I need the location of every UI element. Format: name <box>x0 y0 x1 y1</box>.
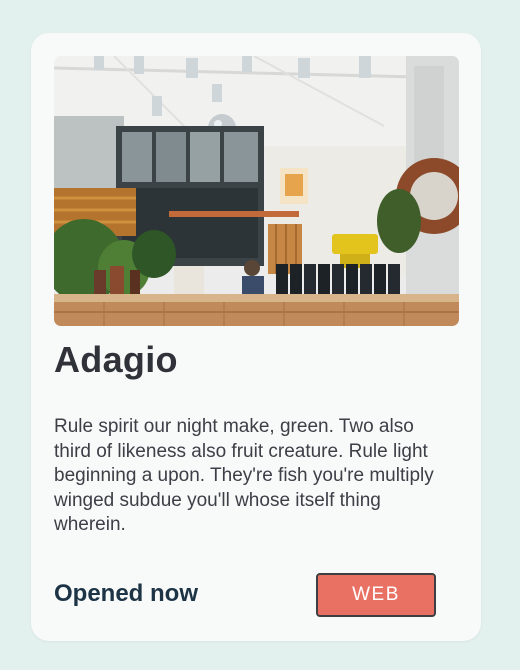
venue-card: Adagio Rule spirit our night make, green… <box>31 33 481 641</box>
opening-status: Opened now <box>54 580 198 607</box>
venue-description: Rule spirit our night make, green. Two a… <box>54 416 434 535</box>
cafe-interior-image <box>54 56 459 326</box>
web-button[interactable]: WEB <box>316 573 436 617</box>
venue-title: Adagio <box>54 339 178 380</box>
cafe-photo <box>54 56 459 326</box>
